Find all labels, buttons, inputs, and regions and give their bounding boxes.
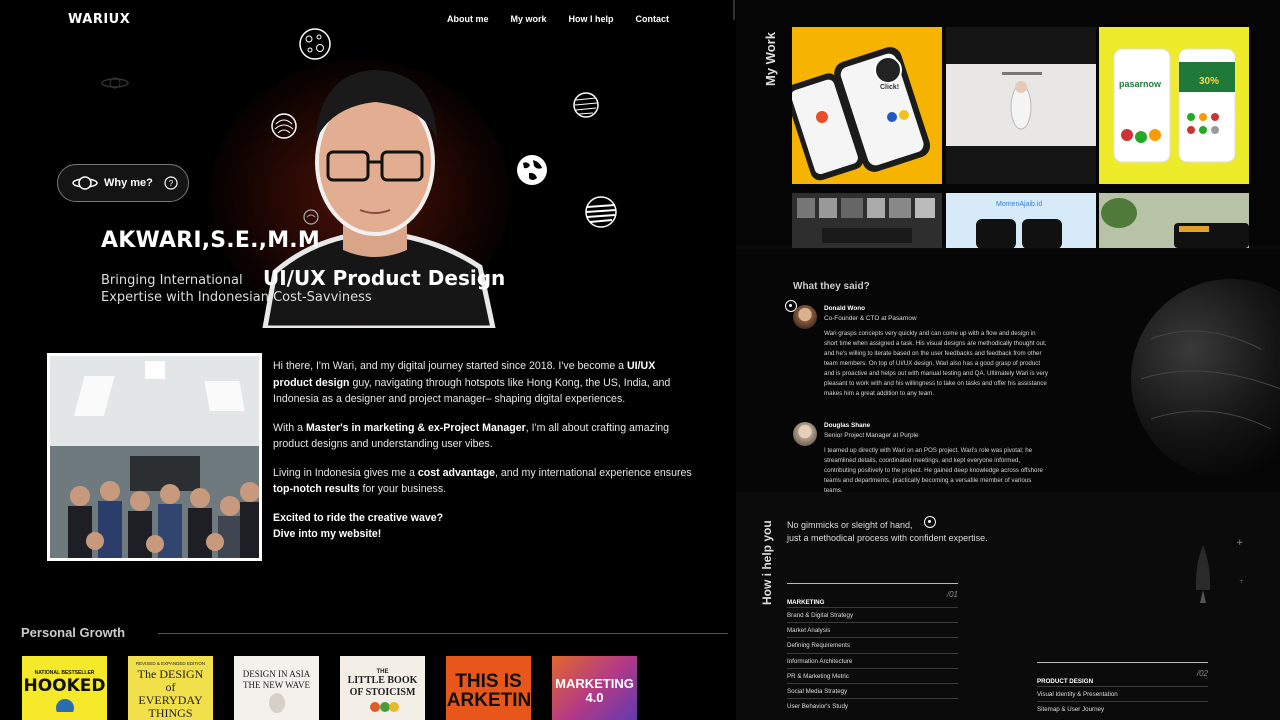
cursor-ring-icon (924, 516, 936, 528)
main-nav: About me My work How I help Contact (447, 14, 669, 24)
service-item: Information Architecture (787, 652, 958, 668)
service-header: MARKETING /01 (787, 583, 958, 607)
testimonial-card: Douglas Shane Senior Project Manager at … (793, 422, 1053, 492)
floral-graphic-icon (369, 702, 399, 712)
nav-how-i-help[interactable]: How I help (569, 14, 614, 24)
reviewer-role: Co-Founder & CTO at Pasarnow (824, 315, 917, 322)
about-panel: WARIUX About me My work How I help Conta… (0, 0, 730, 720)
help-intro: No gimmicks or sleight of hand, just a m… (787, 520, 988, 543)
saturn-icon (72, 176, 98, 190)
work-tile-pasarnow[interactable]: 30% pasarnow (1099, 27, 1249, 184)
about-cta: Excited to ride the creative wave? Dive … (273, 511, 444, 541)
book-list: NATIONAL BESTSELLER HOOKED REVISED & EXP… (22, 656, 637, 720)
banded-planet-icon (585, 196, 617, 228)
pasarnow-text: pasarnow (1119, 79, 1162, 89)
service-header: PRODUCT DESIGN /02 (1037, 662, 1208, 686)
review-text: I teamed up directly with Wari on an POS… (824, 447, 1043, 492)
sculpture-graphic-icon (268, 693, 285, 713)
dark-planet-graphic (1131, 279, 1280, 479)
reviewer-name: Douglas Shane (824, 422, 871, 429)
service-name: PRODUCT DESIGN (1037, 678, 1094, 685)
service-item: Brand & Digital Strategy (787, 607, 958, 622)
work-tile-gallery[interactable] (792, 193, 942, 248)
svg-text:+: + (1236, 538, 1244, 548)
saturn-faint-icon (101, 77, 129, 89)
service-item: User Behavior's Study (787, 698, 958, 713)
service-item: Market Analysis (787, 622, 958, 637)
pasarnow-mockup-graphic: 30% (1113, 48, 1236, 163)
work-tile-food-app[interactable] (1099, 193, 1249, 248)
right-panels: My Work Click! 30% pasarnow MomenAjaib.i… (736, 0, 1280, 720)
book-cover-this-is-marketing[interactable]: THIS IS MARKETING (446, 656, 531, 720)
nav-contact[interactable]: Contact (636, 14, 670, 24)
help-circle-icon: ? (164, 176, 178, 190)
service-item: Social Media Strategy (787, 682, 958, 698)
testimonials-section: What they said? Donald Wono Co-Founder &… (736, 249, 1280, 492)
striped-planet-icon (573, 92, 599, 118)
nav-my-work[interactable]: My work (511, 14, 547, 24)
rocket-icon: + + (1195, 538, 1244, 603)
about-text: Hi there, I'm Wari, and my digital journ… (273, 358, 693, 543)
avatar (793, 305, 817, 329)
my-work-label: My Work (763, 32, 778, 86)
service-item: Defining Requirements (787, 637, 958, 652)
hero-tagline-suffix: Expertise with Indonesian Cost-Savviness (101, 290, 372, 305)
book-cover-marketing-4[interactable]: MARKETING 4.0 (552, 656, 637, 720)
service-marketing: MARKETING /01 Brand & Digital Strategy M… (787, 583, 958, 713)
review-text: Wari grasps concepts very quickly and ca… (824, 330, 1048, 397)
book-cover-little-book-of-stoicism[interactable]: THE LITTLE BOOK OF STOICISM (340, 656, 425, 720)
gallery-mockup-graphic (792, 193, 942, 248)
service-number: /02 (1196, 669, 1208, 678)
laptop-mockup-graphic (946, 64, 1096, 146)
momenajaib-text: MomenAjaib.id (996, 201, 1043, 208)
service-item: PR & Marketing Metric (787, 667, 958, 683)
food-app-mockup-graphic (1099, 193, 1249, 248)
svg-text:?: ? (169, 179, 174, 188)
hook-graphic-icon (55, 699, 74, 712)
hero-tagline-prefix: Bringing International (101, 273, 243, 288)
book-cover-design-in-asia[interactable]: DESIGN IN ASIA THE NEW WAVE (234, 656, 319, 720)
testimonials-title: What they said? (793, 281, 870, 292)
work-tile-click-app[interactable]: Click! (792, 27, 942, 184)
work-tile-fashion-site[interactable] (946, 27, 1096, 184)
phone-mockup-graphic (792, 47, 931, 181)
how-i-help-section: How i help you No gimmicks or sleight of… (736, 495, 1280, 720)
reviewer-role: Senior Project Manager at Purple (824, 432, 919, 439)
service-number: /01 (946, 590, 958, 599)
reviewer-name: Donald Wono (824, 305, 866, 312)
hero-tagline-highlight: UI/UX Product Design (263, 266, 506, 290)
book-cover-design-everyday-things[interactable]: REVISED & EXPANDED EDITION The DESIGN of… (128, 656, 213, 720)
svg-text:30%: 30% (1199, 76, 1219, 87)
about-paragraph-3: Living in Indonesia gives me a cost adva… (273, 466, 692, 496)
service-item: Visual Identity & Presentation (1037, 686, 1208, 701)
why-me-button[interactable]: Why me? ? (57, 164, 189, 202)
work-tile-momenajaib[interactable]: MomenAjaib.id (946, 193, 1096, 248)
about-paragraph-1: Hi there, I'm Wari, and my digital journ… (273, 360, 671, 405)
testimonial-card: Donald Wono Co-Founder & CTO at Pasarnow… (793, 305, 1053, 415)
click-app-text: Click! (880, 84, 900, 91)
group-photo (47, 353, 262, 561)
panel-divider (733, 0, 735, 20)
service-product-design: PRODUCT DESIGN /02 Visual Identity & Pre… (1037, 662, 1208, 716)
avatar (793, 422, 817, 446)
about-paragraph-2: With a Master's in marketing & ex-Projec… (273, 421, 670, 451)
my-work-section: My Work Click! 30% pasarnow MomenAjaib.i… (736, 0, 1280, 248)
nav-about-me[interactable]: About me (447, 14, 489, 24)
personal-growth-title: Personal Growth (21, 625, 126, 640)
svg-text:+: + (1239, 578, 1244, 585)
book-cover-hooked[interactable]: NATIONAL BESTSELLER HOOKED (22, 656, 107, 720)
service-item: Sitemap & User Journey (1037, 701, 1208, 716)
section-divider (158, 633, 728, 634)
site-logo[interactable]: WARIUX (68, 12, 130, 27)
why-me-label: Why me? (104, 177, 153, 189)
service-name: MARKETING (787, 599, 825, 606)
how-i-help-label: How i help you (760, 520, 774, 605)
hero-name: AKWARI,S.E.,M.M (101, 228, 320, 253)
